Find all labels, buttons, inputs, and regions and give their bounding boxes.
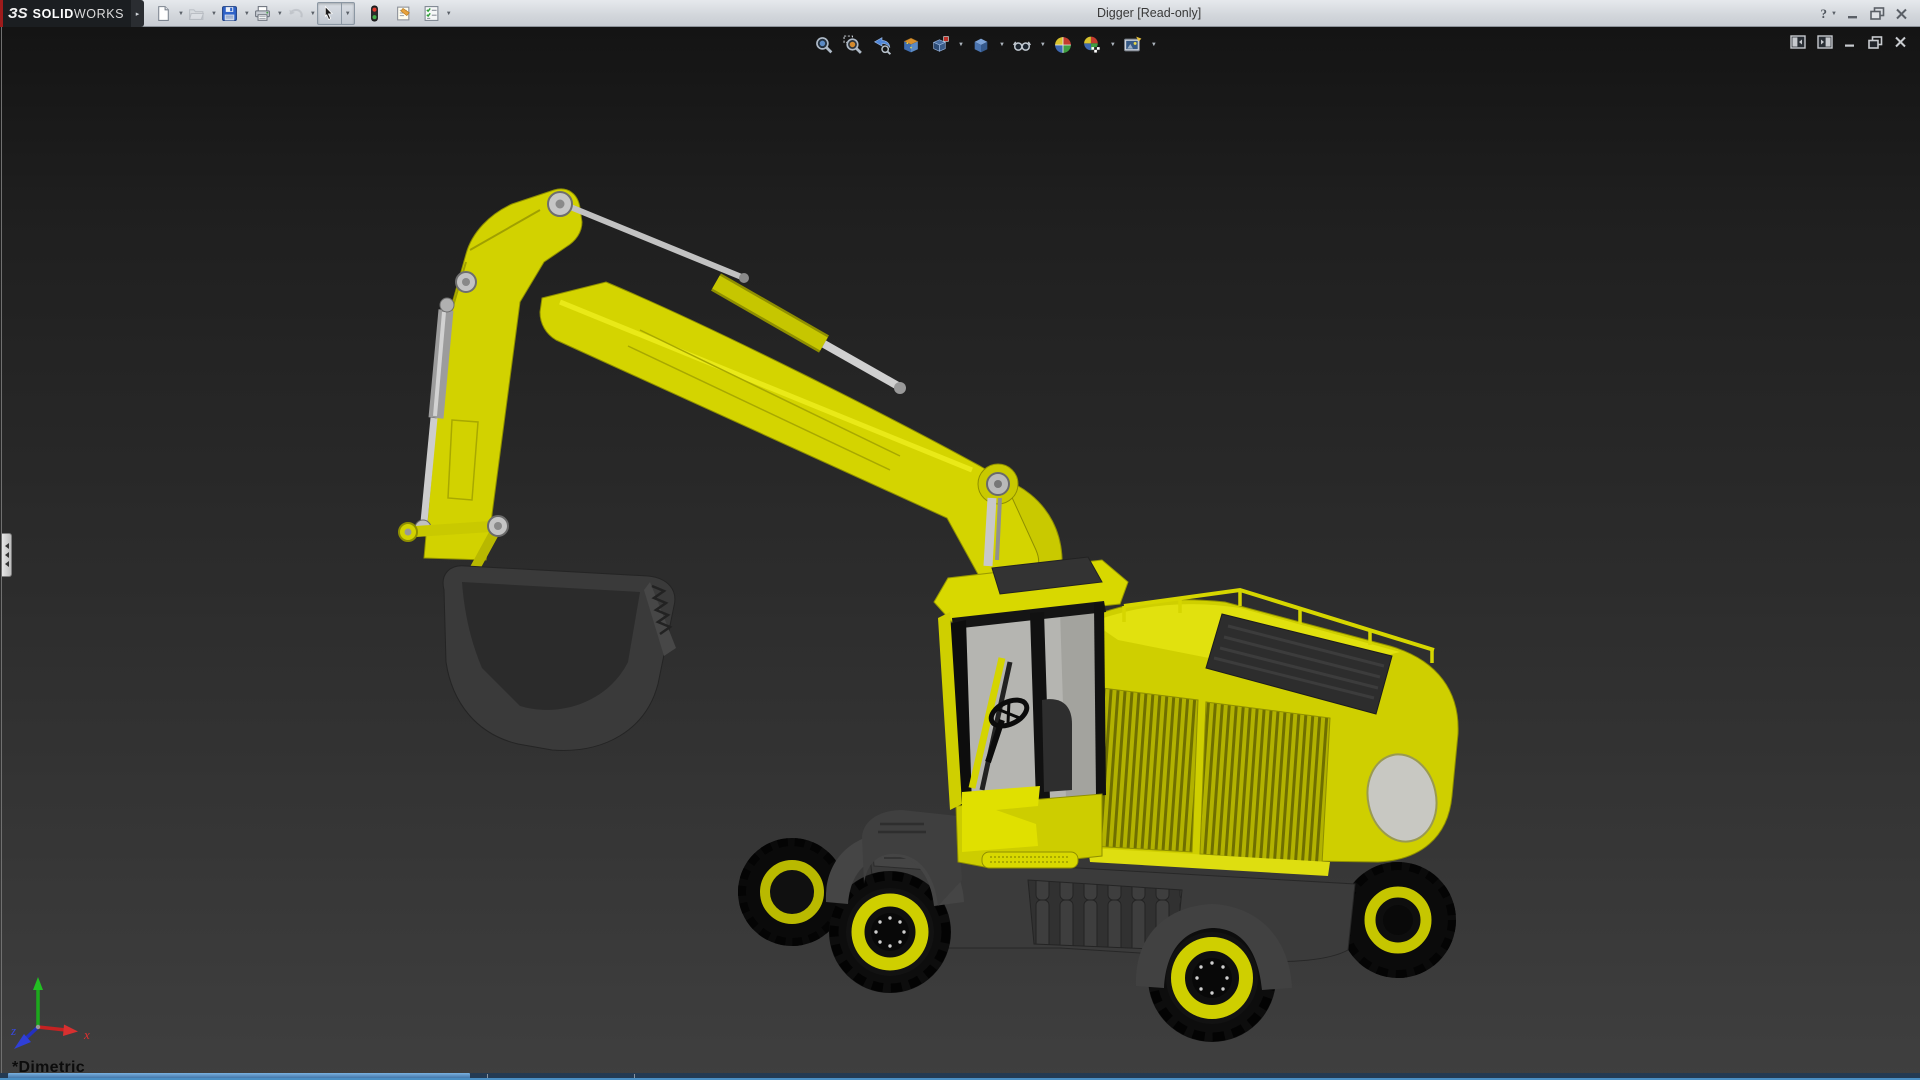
zoom-to-fit-icon (814, 35, 834, 55)
display-style-button[interactable] (969, 33, 993, 57)
chevron-left-icon (5, 543, 9, 549)
dropdown-arrow-icon[interactable]: ▼ (999, 42, 1005, 48)
print-icon (254, 5, 271, 22)
view-orientation-button[interactable] (928, 33, 952, 57)
hide-show-items-glasses-icon (1012, 35, 1032, 55)
new-document-button[interactable] (152, 2, 175, 25)
collapse-left-pane-button[interactable] (1790, 35, 1806, 49)
collapsed-panel-tab[interactable] (2, 533, 12, 577)
minimize-button[interactable] (1847, 8, 1860, 20)
dropdown-arrow-icon[interactable]: ▼ (211, 11, 217, 17)
solidworks-logo: ЗS SOLIDWORKS (0, 0, 131, 27)
dropdown-arrow-icon[interactable]: ▼ (277, 11, 283, 17)
section-view-icon (901, 35, 921, 55)
apply-scene-icon (1082, 35, 1102, 55)
triad-z-label: z (10, 1023, 16, 1038)
view-orientation-icon (930, 35, 950, 55)
view-settings-button[interactable] (1121, 33, 1145, 57)
chevron-right-icon: ▸ (136, 10, 140, 18)
main-toolbar: ▼ ▼ ▼ ▼ (152, 0, 452, 27)
dropdown-arrow-icon[interactable]: ▼ (1040, 42, 1046, 48)
close-button[interactable] (1895, 8, 1908, 20)
statusbar-selection-segment (8, 1073, 470, 1080)
expand-right-pane-button[interactable] (1817, 35, 1833, 49)
dropdown-arrow-icon[interactable]: ▼ (1151, 42, 1157, 48)
excavator-bucket[interactable] (443, 566, 676, 751)
dropdown-arrow-icon[interactable]: ▼ (341, 3, 354, 24)
triad-x-label: x (83, 1027, 90, 1042)
undo-icon (287, 5, 304, 22)
undo-button[interactable] (284, 2, 307, 25)
options-checklist-icon (423, 5, 440, 22)
viewport-restore-button[interactable] (1868, 36, 1883, 49)
dropdown-arrow-icon[interactable]: ▼ (244, 11, 250, 17)
apply-scene-button[interactable] (1080, 33, 1104, 57)
zoom-to-area-icon (843, 35, 863, 55)
headsup-view-toolbar: ▼ ▼ ▼ (812, 33, 1157, 57)
chevron-left-icon (5, 561, 9, 567)
zoom-to-area-button[interactable] (841, 33, 865, 57)
restore-button[interactable] (1870, 7, 1885, 20)
menu-flyout-arrow[interactable]: ▸ (131, 0, 144, 27)
excavator-boom[interactable] (399, 189, 1039, 591)
statusbar-sliver (0, 1073, 1920, 1080)
dropdown-arrow-icon[interactable]: ▼ (310, 11, 316, 17)
open-button[interactable] (185, 2, 208, 25)
file-properties-button[interactable] (392, 2, 415, 25)
model-canvas[interactable] (0, 27, 1920, 1080)
viewport-minimize-button[interactable] (1844, 36, 1857, 48)
options-button[interactable] (420, 2, 443, 25)
document-title: Digger [Read-only] (1097, 6, 1201, 20)
excavator-cab[interactable] (934, 557, 1128, 868)
graphics-area[interactable]: ▼ ▼ ▼ (0, 27, 1920, 1080)
brand-name: SOLIDWORKS (33, 7, 124, 21)
section-view-button[interactable] (899, 33, 923, 57)
statusbar-separator (634, 1074, 635, 1078)
dropdown-arrow-icon[interactable]: ▼ (446, 11, 452, 17)
view-settings-icon (1123, 35, 1143, 55)
titlebar: ЗS SOLIDWORKS ▸ ▼ ▼ ▼ (0, 0, 1920, 27)
traffic-light-button[interactable] (363, 2, 386, 25)
display-style-icon (971, 35, 991, 55)
dropdown-arrow-icon[interactable]: ▼ (1110, 42, 1116, 48)
statusbar-separator (487, 1074, 488, 1078)
previous-view-icon (872, 35, 892, 55)
hide-show-items-button[interactable] (1010, 33, 1034, 57)
chevron-left-icon (5, 552, 9, 558)
save-button[interactable] (218, 2, 241, 25)
traffic-light-icon (366, 5, 383, 22)
logo-accent (0, 0, 3, 27)
zoom-to-fit-button[interactable] (812, 33, 836, 57)
previous-view-button[interactable] (870, 33, 894, 57)
new-document-icon (155, 5, 172, 22)
help-button[interactable]: ? (1821, 6, 1828, 22)
3ds-logo-glyph: ЗS (8, 5, 28, 22)
checkered-flag (1091, 47, 1099, 52)
titlebar-controls: ? ▼ (1821, 0, 1908, 27)
dropdown-arrow-icon[interactable]: ▼ (958, 42, 964, 48)
select-cursor-icon (320, 5, 337, 22)
select-tool-button[interactable] (318, 3, 339, 24)
dropdown-arrow-icon[interactable]: ▼ (178, 11, 184, 17)
brand-name-light: WORKS (74, 7, 124, 21)
help-dropdown-arrow-icon[interactable]: ▼ (1831, 11, 1837, 17)
excavator-engine-body[interactable] (1080, 590, 1458, 876)
open-folder-icon (188, 5, 205, 22)
viewport-close-button[interactable] (1894, 36, 1907, 48)
file-properties-icon (395, 5, 412, 22)
save-icon (221, 5, 238, 22)
document-window-controls (1790, 35, 1907, 49)
edit-appearance-button[interactable] (1051, 33, 1075, 57)
brand-name-bold: SOLID (33, 7, 74, 21)
select-tool-group: ▼ (317, 2, 355, 25)
excavator-rear-right-wheel[interactable] (1340, 862, 1456, 978)
print-button[interactable] (251, 2, 274, 25)
edit-appearance-ball-icon (1053, 35, 1073, 55)
